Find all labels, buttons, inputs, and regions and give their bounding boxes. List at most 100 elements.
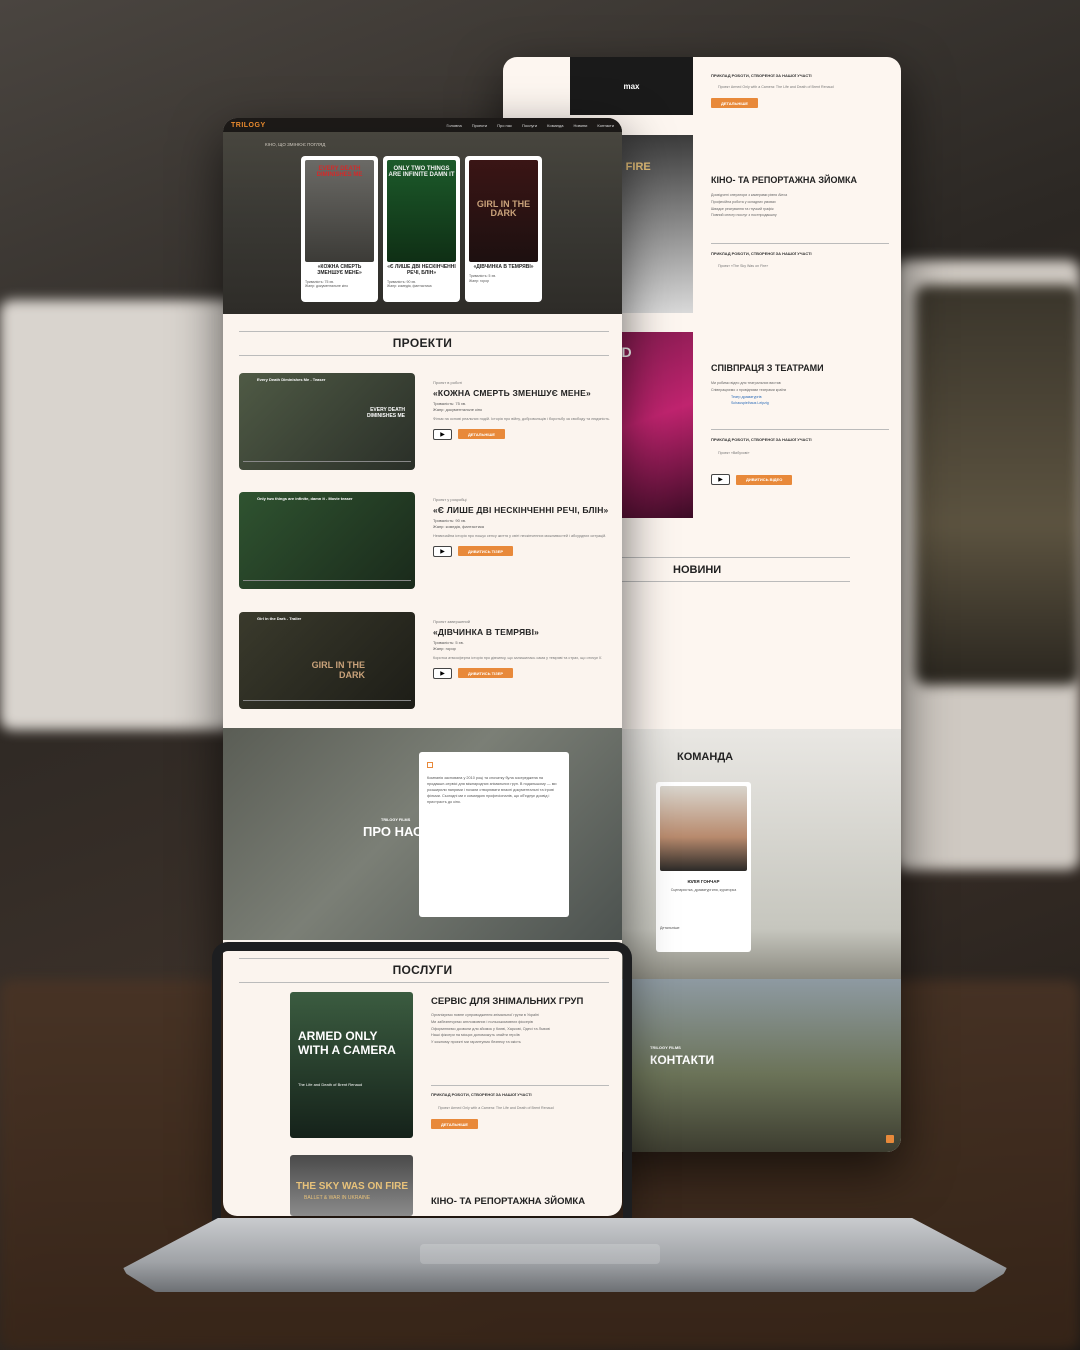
nav-item-services[interactable]: Послуги [522, 123, 537, 128]
laptop-trackpad [420, 1244, 660, 1264]
video-title: Girl in the Dark - Trailer [257, 616, 302, 621]
play-button[interactable]: ▶ [433, 545, 452, 557]
watch-video-button[interactable]: ДИВИТИСЬ ВІДЕО [736, 474, 793, 485]
nav-item-home[interactable]: Головна [447, 123, 462, 128]
project-title: «ДІВЧИНКА В ТЕМРЯВІ» [433, 627, 540, 637]
project-desc: Коротка атмосферна історія про дівчинку,… [433, 656, 603, 660]
watch-teaser-button[interactable]: ДИВИТИСЬ ТІЗЕР [458, 546, 514, 557]
list-item: Професійна робота у складних умовах [711, 199, 776, 204]
play-button[interactable]: ▶ [433, 428, 452, 440]
about-brand: TRILOGY FILMS [381, 818, 411, 822]
card-genre: Жанр: документальне кіно [305, 284, 349, 289]
scroll-top-button[interactable] [886, 1135, 894, 1143]
reportage-example: Проект «The Sky Was on Fire» [718, 264, 769, 268]
project-title: «КОЖНА СМЕРТЬ ЗМЕНШУЄ МЕНЕ» [433, 388, 591, 398]
contacts-brand: TRILOGY FILMS [650, 1045, 681, 1050]
watch-teaser-button[interactable]: ДИВИТИСЬ ТІЗЕР [458, 668, 514, 679]
details-button[interactable]: ДЕТАЛЬНІШЕ [711, 98, 759, 108]
video-overlay-text: EVERY DEATH DIMINISHES ME [366, 407, 405, 419]
project-info: Проект завершений «ДІВЧИНКА В ТЕМРЯВІ» Т… [433, 619, 613, 679]
divider [239, 355, 609, 356]
play-button[interactable]: ▶ [433, 667, 452, 679]
project-genre: Жанр: документальне кіно [433, 407, 483, 412]
video-controls[interactable] [243, 580, 411, 585]
nav-item-projects[interactable]: Проекти [472, 123, 487, 128]
armed-poster-thumb: max [570, 57, 693, 115]
divider [239, 331, 609, 332]
divider [620, 581, 850, 582]
list-item: Повний спектр послуг з постпродакшну [711, 213, 777, 218]
member-link[interactable]: Детальніше [660, 926, 747, 930]
project-status: Проект завершений [433, 619, 470, 624]
theatre-link[interactable]: Schauspielhaus Leipzig [711, 400, 891, 407]
reportage-title: КІНО- ТА РЕПОРТАЖНА ЗЙОМКА [711, 175, 857, 185]
details-button[interactable]: ДЕТАЛЬНІШЕ [458, 429, 506, 440]
news-title: НОВИНИ [673, 564, 722, 576]
card-title: «ДІВЧИНКА В ТЕМРЯВІ» [473, 264, 534, 270]
theatre-list: Ми робимо відео для театральних вистав С… [711, 380, 891, 407]
nav-item-about[interactable]: Про нас [497, 123, 512, 128]
card-title: «Є ЛИШЕ ДВІ НЕСКІНЧЕННІ РЕЧІ, БЛІН» [387, 264, 456, 276]
project-genre: Жанр: горор [433, 646, 456, 651]
projects-title: ПРОЕКТИ [392, 336, 453, 350]
hero-card[interactable]: GIRL IN THE DARK «ДІВЧИНКА В ТЕМРЯВІ» Тр… [465, 156, 542, 302]
hero-tagline: КІНО, ЩО ЗМІНЮЄ ПОГЛЯД [265, 142, 326, 147]
background-poster [915, 285, 1080, 685]
hero-card[interactable]: ONLY TWO THINGS ARE INFINITE DAMN IT «Є … [383, 156, 460, 302]
about-title: ПРО НАС [363, 824, 423, 839]
nav-item-news[interactable]: Новини [573, 123, 587, 128]
about-text-box: Компанія заснована у 2010 році та спочат… [419, 752, 569, 917]
project-genre: Жанр: комедія, фантастика [433, 524, 485, 529]
list-item: Співпрацюємо з провідними театрами країн… [711, 387, 787, 392]
list-item: Швидке реагування та гнучкий графік [711, 206, 774, 211]
nav-item-contacts[interactable]: Контакти [597, 123, 614, 128]
member-role: Сценаристка, драматургиня, кураторка [670, 888, 737, 892]
hero-card[interactable]: EVERY DEATH DIMINISHES ME «КОЖНА СМЕРТЬ … [301, 156, 378, 302]
video-controls[interactable] [243, 700, 411, 705]
team-member-card[interactable]: ЮЛІЯ ГОНЧАР Сценаристка, драматургиня, к… [656, 782, 751, 952]
card-genre: Жанр: комедія, фантастика [387, 284, 432, 289]
list-item: Досвідчені оператори з камерами рівня Al… [711, 193, 788, 197]
team-title: КОМАНДА [677, 751, 734, 763]
project-desc: Незвичайна історія про пошук сенсу життя… [433, 534, 607, 538]
poster: GIRL IN THE DARK [469, 160, 538, 262]
project-status: Проект у розробці [433, 497, 467, 502]
example-label: ПРИКЛАД РОБОТИ, СТВОРЕНОЇ ЗА НАШОЇ УЧАСТ… [711, 73, 812, 78]
video-title: Every Death Diminishes Me - Teaser [257, 377, 326, 382]
theatre-title: СПІВПРАЦЯ З ТЕАТРАМИ [711, 363, 824, 373]
example-text: Проект Armed Only with a Camera: The Lif… [718, 85, 834, 89]
poster: ONLY TWO THINGS ARE INFINITE DAMN IT [387, 160, 456, 262]
about-section: TRILOGY FILMS ПРО НАС Компанія заснована… [223, 728, 622, 940]
top-navigation: TRILOGY Головна Проекти Про нас Послуги … [223, 118, 622, 132]
theatre-example-label: ПРИКЛАД РОБОТИ, СТВОРЕНОЇ ЗА НАШОЇ УЧАСТ… [711, 437, 812, 442]
calendar-icon [427, 762, 433, 768]
video-overlay-text: GIRL IN THE DARK [311, 660, 365, 680]
contacts-title: КОНТАКТИ [650, 1053, 715, 1067]
background-monitor-left [0, 300, 235, 730]
poster: EVERY DEATH DIMINISHES ME [305, 160, 374, 262]
video-player[interactable]: Every Death Diminishes Me - Teaser EVERY… [239, 373, 415, 470]
divider [711, 243, 889, 244]
project-info: Проект в роботі «КОЖНА СМЕРТЬ ЗМЕНШУЄ МЕ… [433, 380, 613, 440]
video-player[interactable]: Girl in the Dark - Trailer GIRL IN THE D… [239, 612, 415, 709]
reportage-example-label: ПРИКЛАД РОБОТИ, СТВОРЕНОЇ ЗА НАШОЇ УЧАСТ… [711, 251, 812, 256]
about-text: Компанія заснована у 2010 році та спочат… [427, 776, 557, 804]
play-button[interactable]: ▶ [711, 474, 730, 485]
member-name: ЮЛІЯ ГОНЧАР [687, 879, 720, 884]
avatar [660, 786, 747, 871]
laptop-bezel [212, 942, 632, 1228]
divider [711, 429, 889, 430]
reportage-list: Досвідчені оператори з камерами рівня Al… [711, 192, 891, 219]
nav-item-team[interactable]: Команда [547, 123, 563, 128]
project-desc: Фільм на основі реальних подій. Історія … [433, 417, 611, 421]
site-logo[interactable]: TRILOGY [231, 122, 266, 129]
project-title: «Є ЛИШЕ ДВІ НЕСКІНЧЕННІ РЕЧІ, БЛІН» [433, 505, 609, 515]
card-title: «КОЖНА СМЕРТЬ ЗМЕНШУЄ МЕНЕ» [317, 264, 362, 276]
video-title: Only two things are infinite, damn it - … [257, 496, 353, 501]
hero: КІНО, ЩО ЗМІНЮЄ ПОГЛЯД EVERY DEATH DIMIN… [223, 118, 622, 314]
theatre-link[interactable]: Театр драматургів [711, 394, 891, 401]
list-item: Ми робимо відео для театральних вистав [711, 381, 781, 385]
card-genre: Жанр: горор [469, 278, 490, 283]
video-controls[interactable] [243, 461, 411, 466]
video-player[interactable]: Only two things are infinite, damn it - … [239, 492, 415, 589]
